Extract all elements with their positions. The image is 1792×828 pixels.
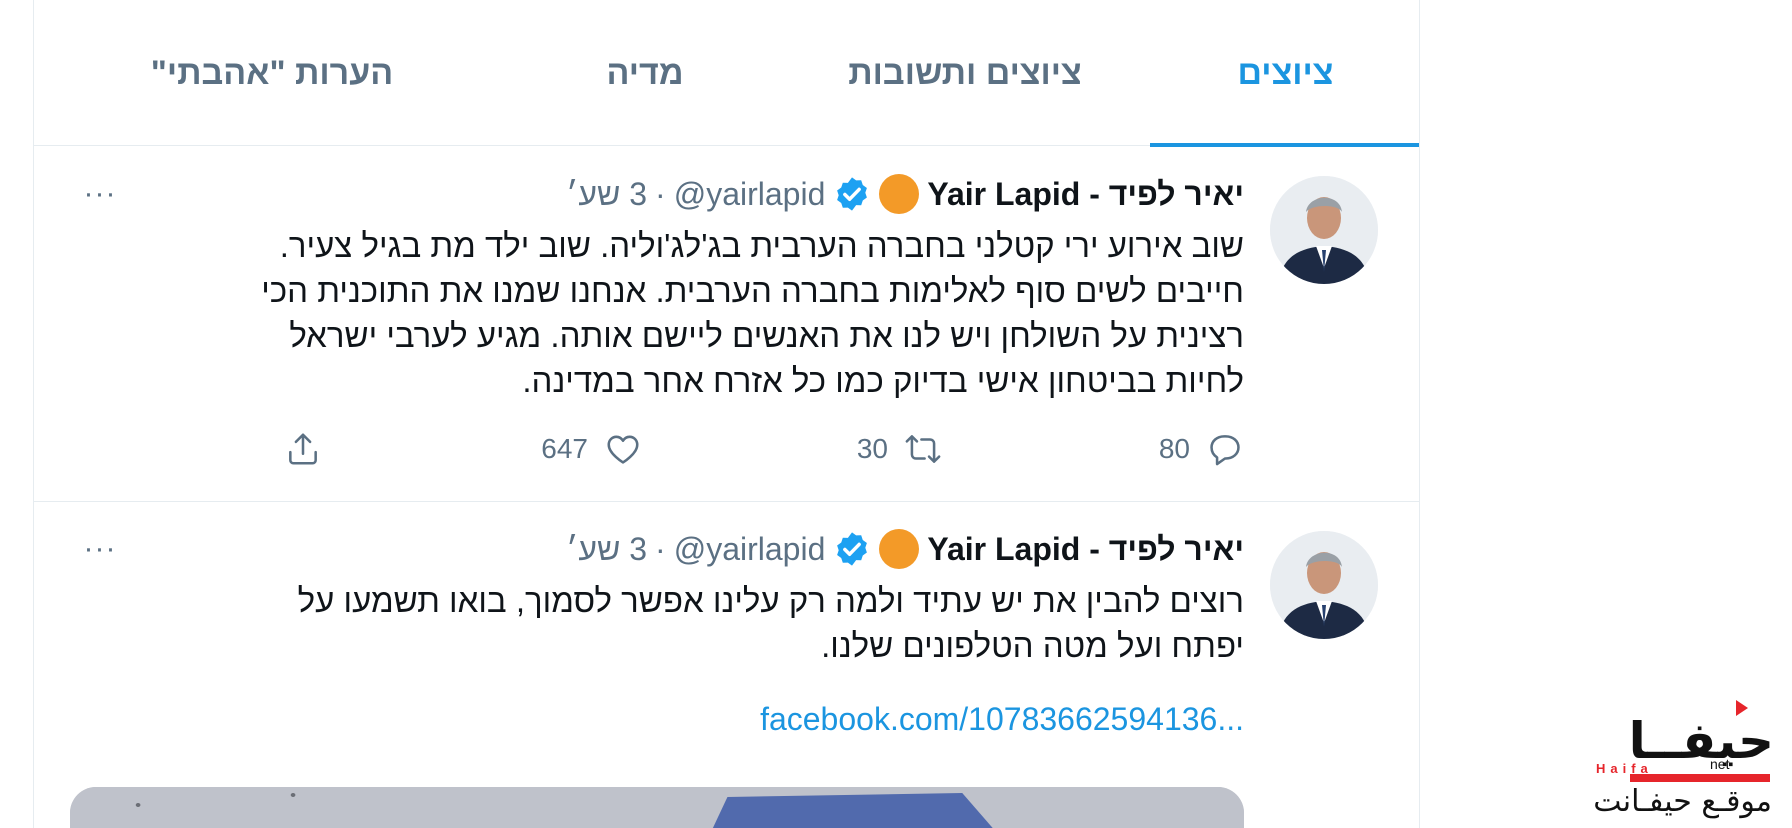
tab-tweets[interactable]: ציוצים xyxy=(1150,0,1419,147)
author-name[interactable]: יאיר לפיד - Yair Lapid xyxy=(927,531,1244,568)
tweet-time[interactable]: 3 שע׳ xyxy=(566,176,647,213)
tweet-text-line: חייבים לשים סוף לאלימות בחברה הערבית. אנ… xyxy=(261,272,1244,309)
retweet-button[interactable]: 30 xyxy=(857,424,942,474)
watermark-tld: net xyxy=(1710,756,1730,772)
orange-badge-icon xyxy=(879,529,920,569)
tab-tweets-and-replies[interactable]: ציוצים ותשובות xyxy=(780,0,1150,146)
tweet-text-line: יפתח ועל מטה הטלפונים שלנו. xyxy=(821,627,1244,664)
tweet-time[interactable]: 3 שע׳ xyxy=(566,531,647,568)
tweet[interactable]: יאיר לפיד - Yair Lapid @yairlapid · 3 שע… xyxy=(34,502,1419,828)
retweet-count: 30 xyxy=(856,433,888,464)
tweet-link[interactable]: facebook.com/10783662594136... xyxy=(70,701,1244,738)
like-button[interactable]: 647 xyxy=(541,424,642,474)
retweet-icon xyxy=(905,435,941,463)
reply-button[interactable]: 80 xyxy=(1159,424,1244,474)
avatar[interactable] xyxy=(1270,531,1378,639)
like-count: 647 xyxy=(541,433,588,464)
verified-icon xyxy=(833,175,871,213)
orange-badge-icon xyxy=(879,174,920,214)
separator: · xyxy=(655,530,666,567)
tweet-header: יאיר לפיד - Yair Lapid @yairlapid · 3 שע… xyxy=(70,171,1244,217)
media-image xyxy=(70,787,1244,828)
reply-count: 80 xyxy=(1158,433,1190,464)
avatar-photo xyxy=(1270,176,1378,284)
watermark-subtitle: موقـع حيفـانت xyxy=(1593,784,1772,819)
tweet-text: רוצים להבין את יש עתיד ולמה רק עלינו אפש… xyxy=(70,578,1244,668)
more-icon[interactable]: ··· xyxy=(70,526,130,572)
share-button[interactable] xyxy=(284,424,322,474)
author-handle[interactable]: @yairlapid xyxy=(674,531,826,568)
share-icon xyxy=(289,433,317,465)
profile-timeline: ציוצים ציוצים ותשובות מדיה הערות "אהבתי"… xyxy=(33,0,1420,828)
tweet-text-line: רוצים להבין את יש עתיד ולמה רק עלינו אפש… xyxy=(297,582,1244,619)
more-icon[interactable]: ··· xyxy=(70,171,130,217)
tweet-actions: 80 30 647 xyxy=(244,424,1244,474)
avatar[interactable] xyxy=(1270,176,1378,284)
author-handle[interactable]: @yairlapid xyxy=(674,176,826,213)
author-name[interactable]: יאיר לפיד - Yair Lapid xyxy=(927,176,1244,213)
watermark-latin: Haifa xyxy=(1596,761,1653,776)
tweet-text-line: רצינית על השולחן ויש לנו את האנשים ליישם… xyxy=(289,317,1244,354)
watermark-arabic-title: حيفــا xyxy=(1628,712,1774,770)
avatar-photo xyxy=(1270,531,1378,639)
separator: · xyxy=(655,175,666,212)
profile-tabs: ציוצים ציוצים ותשובות מדיה הערות "אהבתי" xyxy=(34,0,1419,147)
tweet-text-line: שוב אירוע ירי קטלני בחברה הערבית בג'לג'ו… xyxy=(279,227,1244,264)
tweet-body: יאיר לפיד - Yair Lapid @yairlapid · 3 שע… xyxy=(70,526,1244,738)
tab-media[interactable]: מדיה xyxy=(510,0,780,146)
like-icon xyxy=(607,435,639,464)
site-watermark: حيفــا Haifa net موقـع حيفـانت xyxy=(1592,694,1792,828)
tweet-body: יאיר לפיד - Yair Lapid @yairlapid · 3 שע… xyxy=(70,171,1244,403)
media-preview[interactable] xyxy=(70,787,1244,828)
tweet-text-line: לחיות בביטחון אישי בדיוק כמו כל אזרח אחר… xyxy=(522,362,1244,399)
reply-icon xyxy=(1210,435,1240,466)
tweet-text: שוב אירוע ירי קטלני בחברה הערבית בג'לג'ו… xyxy=(70,223,1244,403)
tweet[interactable]: יאיר לפיד - Yair Lapid @yairlapid · 3 שע… xyxy=(34,147,1419,502)
tweet-header: יאיר לפיד - Yair Lapid @yairlapid · 3 שע… xyxy=(70,526,1244,572)
tab-likes[interactable]: הערות "אהבתי" xyxy=(34,0,510,146)
verified-icon xyxy=(833,530,871,568)
